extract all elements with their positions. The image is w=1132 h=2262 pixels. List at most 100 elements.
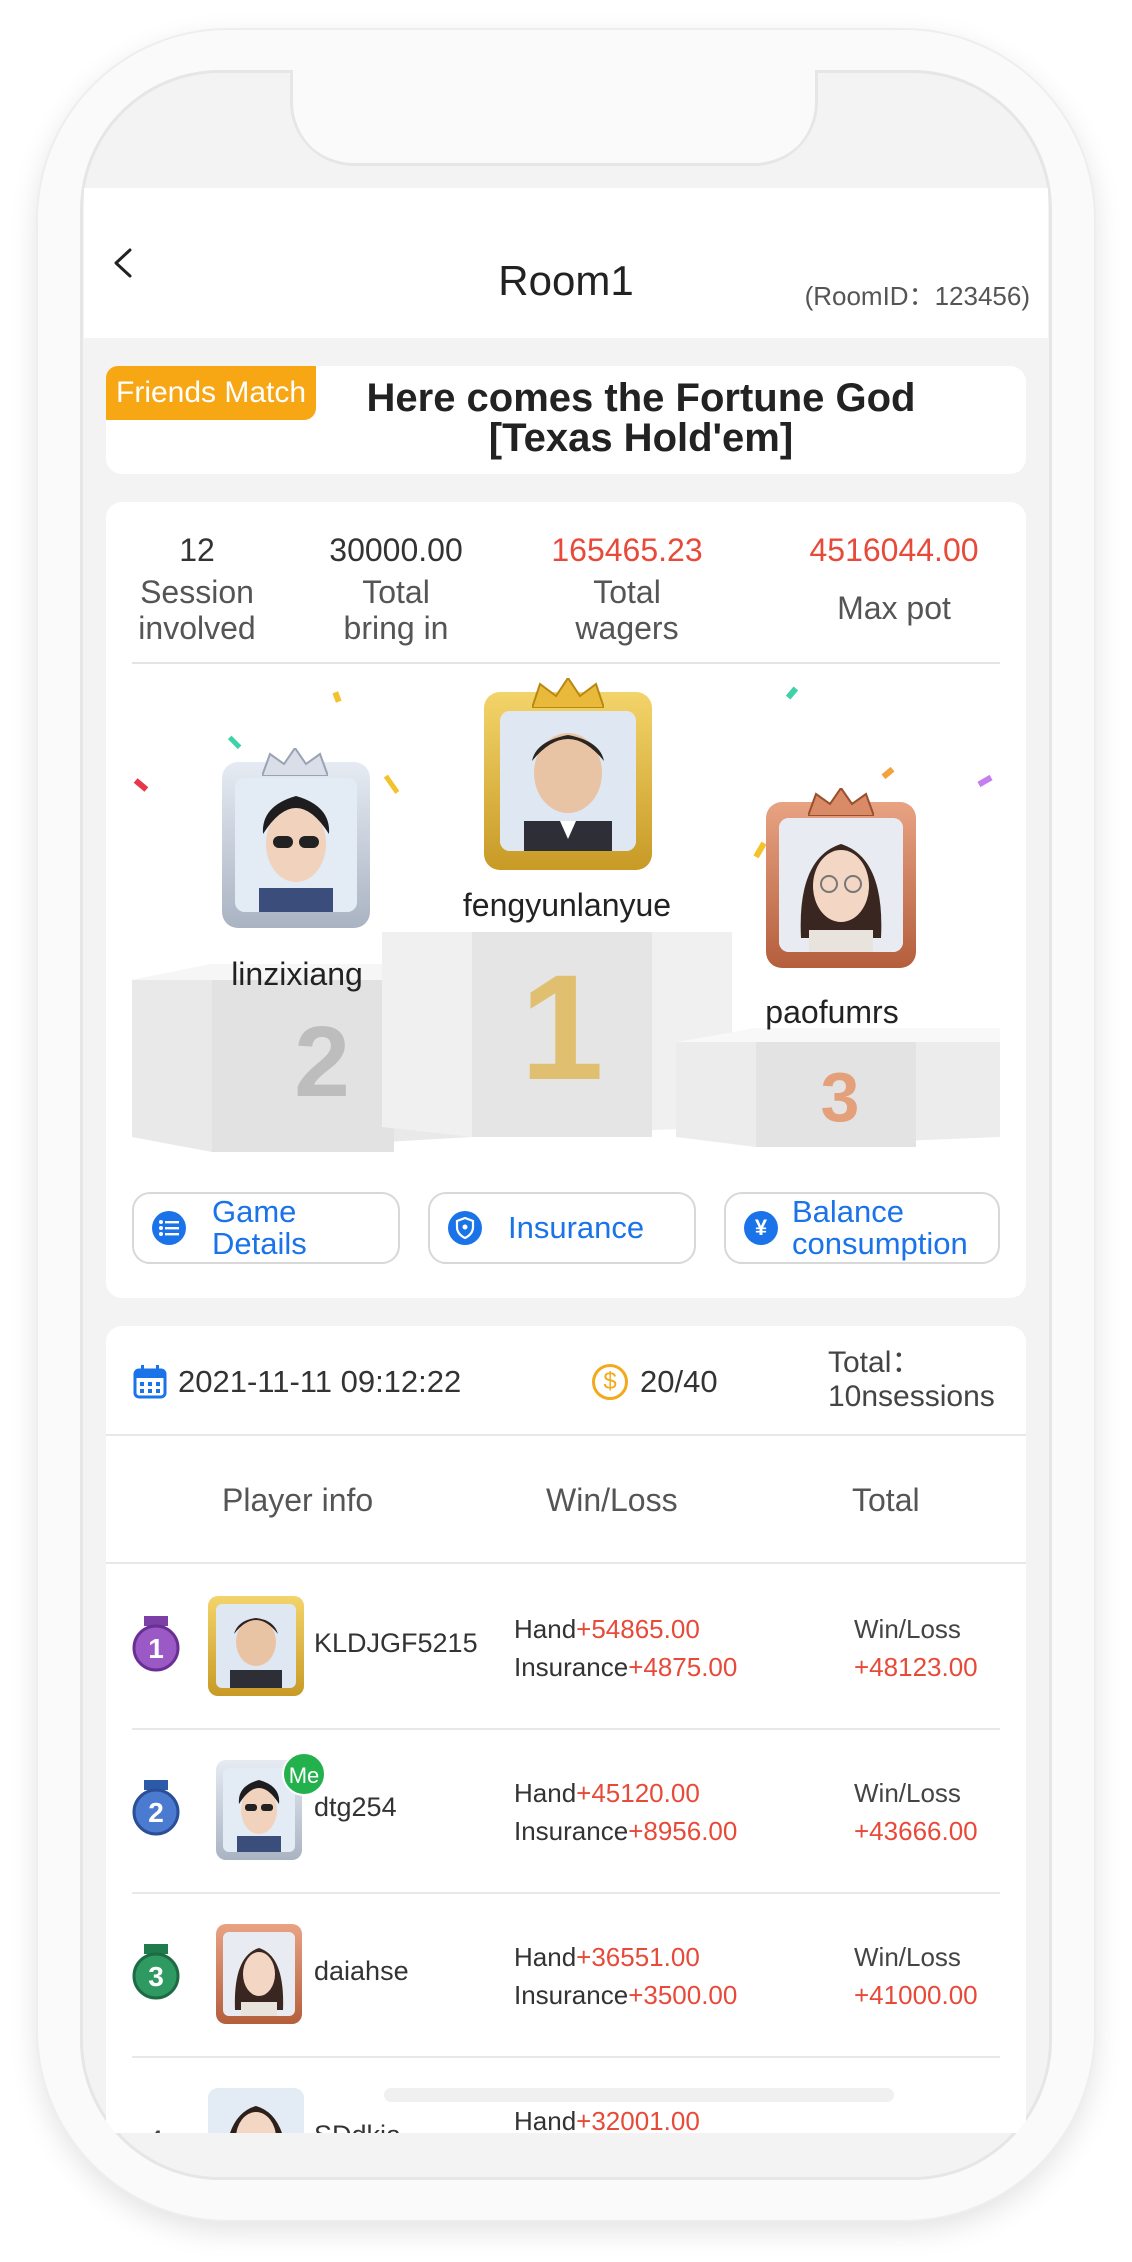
home-indicator[interactable] [384, 2088, 894, 2102]
header-player-info: Player info [222, 1482, 374, 1518]
player-win-loss: Hand+45120.00 Insurance+8956.00 [514, 1774, 737, 1850]
total-value: +43666.00 [854, 1816, 978, 1846]
hand-label: Hand [514, 2106, 577, 2133]
hand-label: Hand [514, 1942, 577, 1972]
total-label: Win/Loss [854, 1942, 961, 1972]
stat-label-line: involved [138, 610, 256, 646]
balance-consumption-label: Balance consumption [792, 1196, 968, 1260]
player-total: Win/Loss +41000.00 [854, 1938, 978, 2014]
session-info: 2021-11-11 09:12:22 $ 20/40 Total： 10nse… [106, 1326, 1026, 1436]
match-title-card: Friends Match Here comes the Fortune God… [106, 366, 1026, 474]
insurance-label: Insurance [508, 1210, 645, 1245]
match-title-line1: Here comes the Fortune God [366, 376, 916, 420]
session-total: Total： 10nsessions [828, 1346, 995, 1414]
yuan-icon: ¥ [744, 1211, 778, 1245]
session-blinds: $ 20/40 [592, 1364, 718, 1400]
player-name: daiahse [314, 1956, 409, 1986]
game-details-label: Game Details [212, 1196, 307, 1260]
calendar-icon [133, 1365, 167, 1399]
stat-sessions: 12 Session involved [132, 530, 262, 646]
hand-label: Hand [514, 1614, 577, 1644]
stat-label-line: bring in [343, 610, 449, 646]
first-place-avatar[interactable] [484, 678, 652, 870]
stat-label-line: Total [593, 574, 661, 610]
svg-text:1: 1 [148, 1633, 164, 1664]
shield-icon [448, 1211, 482, 1245]
rank-number: 4 [146, 2124, 164, 2133]
third-place-name: paofumrs [765, 994, 899, 1030]
stats-row: 12 Session involved 30000.00 Total bring… [132, 530, 1000, 664]
stat-label: Session involved [132, 574, 262, 646]
second-place-name: linzixiang [231, 956, 363, 992]
insurance-label: Insurance [514, 1652, 629, 1682]
label-line: Details [212, 1226, 307, 1261]
player-name: SDdkia [314, 2120, 401, 2133]
stat-value: 165465.23 [551, 532, 703, 568]
total-label: Win/Loss [854, 1614, 961, 1644]
insurance-label: Insurance [514, 1980, 629, 2010]
header-win-loss: Win/Loss [546, 1482, 678, 1518]
coin-icon: $ [592, 1364, 628, 1400]
third-place-avatar[interactable] [766, 788, 916, 968]
stat-value: 30000.00 [329, 532, 463, 568]
stat-value: 4516044.00 [809, 532, 979, 568]
stat-value: 12 [179, 532, 215, 568]
insurance-value: +8956.00 [628, 1816, 738, 1846]
insurance-value: +4875.00 [628, 1652, 738, 1682]
first-place-number: 1 [520, 943, 604, 1111]
label-line: Balance [792, 1194, 905, 1229]
player-win-loss: Hand+36551.00 Insurance+3500.00 [514, 1938, 737, 2014]
label-line: Game [212, 1194, 297, 1229]
rank-medal-icon: 1 [132, 1616, 180, 1672]
player-name: dtg254 [314, 1792, 397, 1822]
svg-text:3: 3 [148, 1961, 164, 1992]
table-row[interactable]: 3 daiahse Hand+36551.00 Insurance+3500.0… [132, 1894, 1000, 2058]
table-row[interactable]: 2 Me dtg254 Hand+45120.00 Insurance+8956… [132, 1730, 1000, 1894]
crown-icon [532, 678, 604, 708]
list-icon [152, 1211, 186, 1245]
crown-icon [808, 788, 874, 816]
game-details-button[interactable]: Game Details [132, 1192, 400, 1264]
session-date: 2021-11-11 09:12:22 [132, 1364, 461, 1400]
stat-label: Total bring in [316, 574, 476, 646]
avatar-image [500, 711, 636, 851]
second-place-number: 2 [294, 1006, 350, 1118]
stat-label-line: Session [140, 574, 254, 610]
player-avatar [216, 1924, 302, 2024]
stat-label: Max pot [788, 590, 1000, 626]
podium: 2 1 3 fengyunlanyue linzixiang paofumrs [132, 678, 1000, 1157]
player-total: Win/Loss +43666.00 [854, 1774, 978, 1850]
hand-value: +54865.00 [576, 1614, 700, 1644]
total-value: +48123.00 [854, 1652, 978, 1682]
match-title-line2: [Texas Hold'em] [488, 416, 794, 460]
total-value: +41000.00 [854, 1980, 978, 2010]
stat-label-line: wagers [575, 610, 679, 646]
session-total-line: 10nsessions [828, 1380, 995, 1413]
stat-label-line: Total [362, 574, 430, 610]
hand-value: +32001.00 [576, 2106, 700, 2133]
summary-card: 12 Session involved 30000.00 Total bring… [106, 502, 1026, 1298]
insurance-button[interactable]: Insurance [428, 1192, 696, 1264]
avatar-image [779, 818, 903, 952]
session-date-text: 2021-11-11 09:12:22 [178, 1364, 462, 1399]
stat-bring-in: 30000.00 Total bring in [316, 530, 476, 646]
app-screen: Room1 (RoomID：123456) Friends Match Here… [84, 188, 1048, 2133]
stat-label-line: Max pot [837, 590, 951, 626]
table-row[interactable]: 1 KLDJGF5215 Hand+54865.00 Insurance+487… [132, 1566, 1000, 1730]
top-bar: Room1 (RoomID：123456) [84, 188, 1048, 338]
hand-value: +45120.00 [576, 1778, 700, 1808]
phone-screen-area: Room1 (RoomID：123456) Friends Match Here… [80, 70, 1052, 2180]
label-line: consumption [792, 1226, 968, 1261]
session-card: 2021-11-11 09:12:22 $ 20/40 Total： 10nse… [106, 1326, 1026, 2133]
balance-consumption-button[interactable]: ¥ Balance consumption [724, 1192, 1000, 1264]
session-total-line: Total： [828, 1346, 922, 1379]
avatar-image [235, 778, 357, 912]
phone-notch [290, 70, 818, 166]
stat-max-pot: 4516044.00 Max pot [788, 530, 1000, 626]
third-place-number: 3 [820, 1058, 860, 1136]
insurance-value: +3500.00 [628, 1980, 738, 2010]
room-id: (RoomID：123456) [804, 281, 1030, 311]
second-place-avatar[interactable] [222, 748, 370, 928]
session-blinds-text: 20/40 [640, 1364, 718, 1399]
stat-label: Total wagers [532, 574, 722, 646]
